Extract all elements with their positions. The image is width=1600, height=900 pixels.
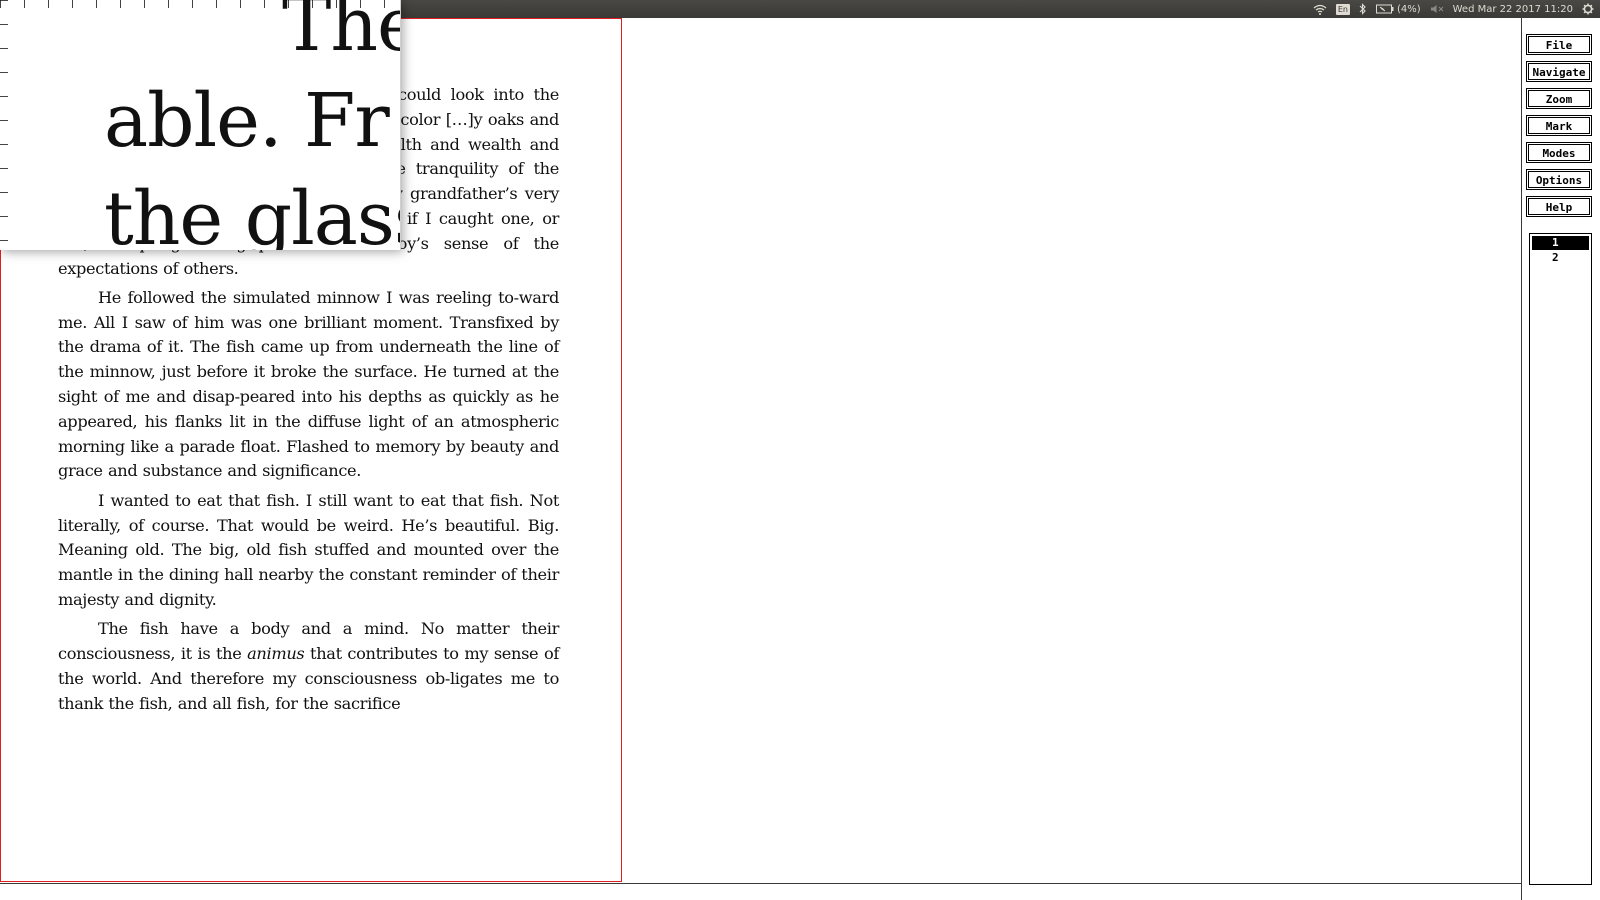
mark-button[interactable]: Mark [1526,115,1592,136]
emphasis-animus: animus [247,644,305,664]
bluetooth-icon[interactable] [1359,0,1367,18]
magnified-line: the glass [104,176,401,250]
help-button[interactable]: Help [1526,196,1592,217]
paragraph: The fish have a body and a mind. No matt… [58,617,559,716]
page-list[interactable]: 1 2 [1529,233,1592,885]
file-button[interactable]: File [1526,34,1592,55]
zoom-button[interactable]: Zoom [1526,88,1592,109]
page-list-item-2[interactable]: 2 [1532,251,1589,265]
wifi-icon[interactable] [1313,0,1327,18]
keyboard-layout-icon[interactable]: En [1335,0,1350,18]
settings-gear-icon[interactable] [1582,0,1594,18]
document-bottom-border [0,883,1521,884]
system-tray: En (4%) Wed Mar 22 2017 11:20 [1313,0,1600,18]
magnified-line: able. Fr [104,78,390,164]
paragraph: I wanted to eat that fish. I still want … [58,490,559,609]
battery-percent: (4%) [1396,3,1421,15]
navigate-button[interactable]: Navigate [1526,61,1592,82]
options-button[interactable]: Options [1526,169,1592,190]
modes-button[interactable]: Modes [1526,142,1592,163]
volume-muted-icon[interactable] [1430,0,1444,18]
page-list-item-1[interactable]: 1 [1532,236,1589,250]
clock[interactable]: Wed Mar 22 2017 11:20 [1453,4,1573,15]
paragraph: He followed the simulated minnow I was r… [58,287,559,481]
battery-icon [1375,0,1394,18]
battery-indicator[interactable]: (4%) [1375,0,1421,18]
keyboard-layout-label: En [1335,3,1350,15]
magnified-line: The [282,0,400,68]
magnifier-ruler-left [0,0,8,250]
magnifier-lens[interactable]: The able. Fr the glass [0,0,401,250]
